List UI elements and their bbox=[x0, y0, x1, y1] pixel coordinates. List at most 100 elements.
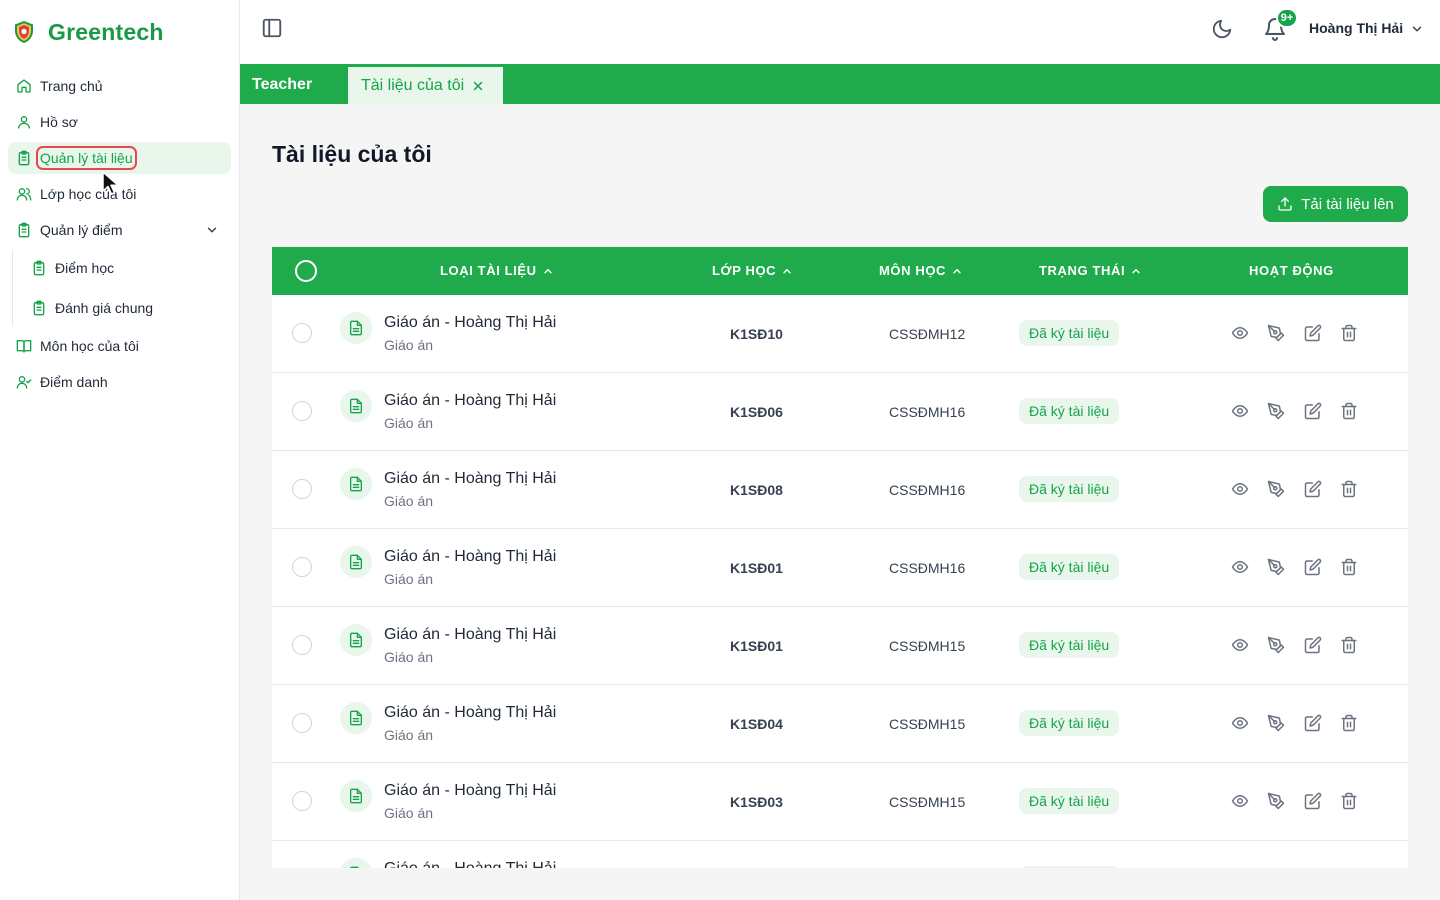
document-type: Giáo án bbox=[384, 649, 434, 665]
document-title[interactable]: Giáo án - Hoàng Thị Hải bbox=[384, 782, 556, 800]
column-header-class[interactable]: LỚP HỌC bbox=[712, 263, 792, 278]
sidebar-item-grade-management[interactable]: Quản lý điểm bbox=[8, 214, 231, 246]
trash-icon[interactable] bbox=[1340, 324, 1358, 342]
sidebar-item-attendance[interactable]: Điểm danh bbox=[8, 366, 231, 398]
column-header-document-type[interactable]: LOẠI TÀI LIỆU bbox=[440, 263, 553, 278]
column-header-status[interactable]: TRẠNG THÁI bbox=[1039, 263, 1141, 278]
eye-icon[interactable] bbox=[1231, 402, 1249, 420]
tab-my-documents[interactable]: Tài liệu của tôi bbox=[348, 67, 503, 104]
document-icon bbox=[340, 702, 372, 734]
pen-tool-icon[interactable] bbox=[1267, 324, 1285, 342]
top-header: 9+ Hoàng Thị Hải bbox=[240, 0, 1440, 64]
table-row[interactable]: Giáo án - Hoàng Thị Hải Giáo án K1SĐ06 C… bbox=[272, 373, 1408, 451]
table-row[interactable]: Giáo án - Hoàng Thị Hải Giáo án K1SĐ10 C… bbox=[272, 295, 1408, 373]
eye-icon[interactable] bbox=[1231, 636, 1249, 654]
document-icon bbox=[340, 624, 372, 656]
documents-table: LOẠI TÀI LIỆU LỚP HỌC MÔN HỌC TRẠNG THÁI… bbox=[272, 247, 1408, 868]
row-checkbox[interactable] bbox=[292, 479, 312, 499]
brand[interactable]: Greentech bbox=[0, 0, 239, 64]
pen-tool-icon[interactable] bbox=[1267, 480, 1285, 498]
trash-icon[interactable] bbox=[1340, 792, 1358, 810]
trash-icon[interactable] bbox=[1340, 558, 1358, 576]
upload-document-button[interactable]: Tải tài liệu lên bbox=[1263, 186, 1408, 222]
status-badge: Đã ký tài liệu bbox=[1019, 554, 1120, 580]
document-title[interactable]: Giáo án - Hoàng Thị Hải bbox=[384, 314, 556, 332]
pen-tool-icon[interactable] bbox=[1267, 792, 1285, 810]
class-cell: K1SĐ03 bbox=[730, 794, 783, 810]
subject-cell: CSSĐMH12 bbox=[889, 326, 966, 342]
chevron-down-icon[interactable] bbox=[205, 223, 219, 237]
trash-icon[interactable] bbox=[1340, 636, 1358, 654]
table-row[interactable]: Giáo án - Hoàng Thị Hải Giáo án K1SĐ03 C… bbox=[272, 763, 1408, 841]
sidebar-menu: Trang chủ Hồ sơ Quản lý tài liệu Lớp học… bbox=[0, 70, 239, 398]
document-title[interactable]: Giáo án - Hoàng Thị Hải bbox=[384, 860, 556, 868]
clipboard-icon bbox=[33, 300, 45, 316]
class-cell: K1SĐ01 bbox=[730, 638, 783, 654]
document-title[interactable]: Giáo án - Hoàng Thị Hải bbox=[384, 548, 556, 566]
table-body: Giáo án - Hoàng Thị Hải Giáo án K1SĐ10 C… bbox=[272, 295, 1408, 868]
status-badge: Đã ký tài liệu bbox=[1019, 632, 1120, 658]
grade-submenu: Điểm học Đánh giá chung bbox=[12, 250, 239, 326]
sidebar-item-home[interactable]: Trang chủ bbox=[8, 70, 231, 102]
sort-up-icon bbox=[1132, 268, 1140, 273]
column-header-subject[interactable]: MÔN HỌC bbox=[879, 263, 962, 278]
edit-icon[interactable] bbox=[1304, 636, 1322, 654]
table-row[interactable]: Giáo án - Hoàng Thị Hải Giáo án K1SĐ01 C… bbox=[272, 529, 1408, 607]
document-title[interactable]: Giáo án - Hoàng Thị Hải bbox=[384, 470, 556, 488]
row-checkbox[interactable] bbox=[292, 791, 312, 811]
users-icon bbox=[16, 188, 32, 201]
eye-icon[interactable] bbox=[1231, 324, 1249, 342]
page-title: Tài liệu của tôi bbox=[272, 141, 432, 167]
edit-icon[interactable] bbox=[1304, 402, 1322, 420]
sidebar-toggle-icon[interactable] bbox=[261, 17, 283, 39]
trash-icon[interactable] bbox=[1340, 402, 1358, 420]
document-type: Giáo án bbox=[384, 337, 434, 353]
pen-tool-icon[interactable] bbox=[1267, 714, 1285, 732]
trash-icon[interactable] bbox=[1340, 714, 1358, 732]
sidebar-item-grades[interactable]: Điểm học bbox=[23, 250, 231, 286]
clipboard-icon bbox=[33, 260, 45, 276]
select-all-checkbox[interactable] bbox=[295, 260, 317, 282]
row-checkbox[interactable] bbox=[292, 713, 312, 733]
chevron-down-icon[interactable] bbox=[1410, 22, 1424, 36]
edit-icon[interactable] bbox=[1304, 324, 1322, 342]
row-checkbox[interactable] bbox=[292, 635, 312, 655]
subject-cell: CSSĐMH16 bbox=[889, 560, 966, 576]
close-icon[interactable] bbox=[472, 80, 484, 92]
edit-icon[interactable] bbox=[1304, 714, 1322, 732]
shield-logo-icon bbox=[15, 21, 33, 43]
class-cell: K1SĐ01 bbox=[730, 560, 783, 576]
document-title[interactable]: Giáo án - Hoàng Thị Hải bbox=[384, 704, 556, 722]
table-row[interactable]: Giáo án - Hoàng Thị Hải Giáo án K1SĐ08 C… bbox=[272, 451, 1408, 529]
edit-icon[interactable] bbox=[1304, 558, 1322, 576]
document-title[interactable]: Giáo án - Hoàng Thị Hải bbox=[384, 626, 556, 644]
sidebar-item-label: Quản lý tài liệu bbox=[36, 146, 137, 170]
sidebar-item-label: Môn học của tôi bbox=[40, 338, 139, 354]
tab-teacher[interactable]: Teacher bbox=[252, 76, 312, 94]
eye-icon[interactable] bbox=[1231, 480, 1249, 498]
edit-icon[interactable] bbox=[1304, 792, 1322, 810]
row-checkbox[interactable] bbox=[292, 323, 312, 343]
sidebar: Greentech Trang chủ Hồ sơ Quản lý tài li… bbox=[0, 0, 240, 900]
status-badge: Đã ký tài liệu bbox=[1019, 788, 1120, 814]
eye-icon[interactable] bbox=[1231, 792, 1249, 810]
table-row[interactable]: Giáo án - Hoàng Thị Hải Giáo án K1SĐ01 C… bbox=[272, 607, 1408, 685]
trash-icon[interactable] bbox=[1340, 480, 1358, 498]
moon-icon[interactable] bbox=[1211, 18, 1233, 40]
table-row[interactable]: Giáo án - Hoàng Thị Hải Giáo án K1SĐ04 C… bbox=[272, 685, 1408, 763]
sidebar-item-my-subjects[interactable]: Môn học của tôi bbox=[8, 330, 231, 362]
sidebar-item-profile[interactable]: Hồ sơ bbox=[8, 106, 231, 138]
pen-tool-icon[interactable] bbox=[1267, 402, 1285, 420]
eye-icon[interactable] bbox=[1231, 558, 1249, 576]
table-row[interactable]: Giáo án - Hoàng Thị Hải Giáo án Đã ký tà… bbox=[272, 841, 1408, 868]
document-title[interactable]: Giáo án - Hoàng Thị Hải bbox=[384, 392, 556, 410]
pen-tool-icon[interactable] bbox=[1267, 558, 1285, 576]
sidebar-item-general-evaluation[interactable]: Đánh giá chung bbox=[23, 290, 231, 326]
row-checkbox[interactable] bbox=[292, 401, 312, 421]
pen-tool-icon[interactable] bbox=[1267, 636, 1285, 654]
row-checkbox[interactable] bbox=[292, 557, 312, 577]
edit-icon[interactable] bbox=[1304, 480, 1322, 498]
eye-icon[interactable] bbox=[1231, 714, 1249, 732]
user-name[interactable]: Hoàng Thị Hải bbox=[1309, 20, 1403, 36]
subject-cell: CSSĐMH16 bbox=[889, 404, 966, 420]
